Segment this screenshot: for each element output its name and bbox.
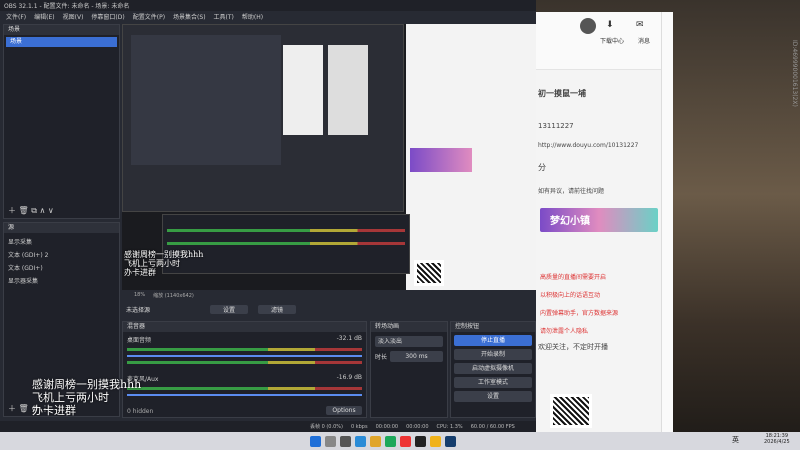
- source-item[interactable]: 文本 (GDI+) 2: [8, 249, 115, 262]
- wechat-icon[interactable]: [385, 435, 396, 447]
- avatar[interactable]: [580, 18, 596, 34]
- qr-code: [550, 394, 592, 428]
- transition-select[interactable]: 淡入淡出: [375, 336, 443, 347]
- search-icon[interactable]: [325, 435, 336, 447]
- section-heading: 分: [538, 163, 546, 172]
- menu-view[interactable]: 视图(V): [63, 12, 84, 21]
- start-recording-button[interactable]: 开始录制: [454, 349, 532, 360]
- clock[interactable]: 18:21:39 2026/4/25: [764, 433, 790, 445]
- menu-edit[interactable]: 编辑(E): [34, 12, 54, 21]
- volume-meter: [127, 348, 362, 351]
- virtual-camera-button[interactable]: 启动虚拟摄像机: [454, 363, 532, 374]
- fps: 60.00 / 60.00 FPS: [470, 423, 515, 430]
- browser-topbar: ⬇ 下载中心 ✉ 消息: [536, 12, 661, 70]
- download-icon[interactable]: ⬇: [606, 20, 614, 30]
- status-bar: 丢帧 0 (0.0%) 0 kbps 00:00:00 00:00:00 CPU…: [0, 421, 536, 432]
- mixer-channel-level: -32.1 dB: [336, 335, 362, 342]
- cpu-usage: CPU: 1.3%: [436, 423, 463, 430]
- audio-mixer-panel: 混音器 桌面音频 -32.1 dB 麦克风/Aux -16.9 dB 0 hidde…: [122, 321, 367, 418]
- duration-label: 时长: [375, 354, 388, 361]
- duration-input[interactable]: 300 ms: [390, 351, 443, 362]
- obs-titlebar: OBS 32.1.1 - 配置文件: 未命名 - 场景: 未命名: [0, 0, 536, 11]
- mixer-channel-level: -16.9 dB: [336, 374, 362, 381]
- rule-2: 以积极向上的话语互动: [540, 292, 601, 299]
- menu-docks[interactable]: 停靠窗口(D): [91, 12, 124, 21]
- app-icon[interactable]: [400, 435, 411, 447]
- transitions-header: 转场动画: [371, 322, 447, 332]
- side-watermark: ID:469990001613(2X): [791, 40, 798, 107]
- options-button[interactable]: Options: [326, 406, 362, 415]
- menu-help[interactable]: 帮助(H): [242, 12, 263, 21]
- menu-profile[interactable]: 配置文件(P): [133, 12, 165, 21]
- source-item[interactable]: 文本 (GDI+): [8, 262, 115, 275]
- controls-panel: 控制按钮 停止直播 开始录制 启动虚拟摄像机 工作室模式 设置: [450, 321, 536, 418]
- no-source-label: 未选择源: [126, 307, 151, 314]
- dropped-frames: 丢帧 0 (0.0%): [310, 424, 343, 430]
- rule-1: 高质量的直播间需要开启: [540, 274, 607, 281]
- menu-scene-collection[interactable]: 场景集合(S): [173, 12, 206, 21]
- streamer-title: 初一摸鼠一埔: [538, 89, 586, 98]
- taskbar: 英 18:21:39 2026/4/25: [0, 432, 800, 450]
- record-time: 00:00:00: [406, 423, 429, 430]
- room-url[interactable]: http://www.douyu.com/10131227: [536, 142, 661, 149]
- preview-canvas[interactable]: 感谢周榜一别摸我hhh 飞机上亏两小时 办卡进群: [122, 24, 536, 290]
- obs-taskbar-icon[interactable]: [415, 435, 426, 447]
- source-properties-bar: 未选择源 设置 滤镜: [122, 302, 536, 317]
- ime-indicator[interactable]: 英: [732, 435, 739, 445]
- notice-text[interactable]: 如有异议，请前往找问题: [536, 186, 661, 195]
- rule-4: 请勿泄露个人隐私: [540, 328, 589, 335]
- controls-header: 控制按钮: [451, 322, 535, 332]
- scene-item[interactable]: 场景: [6, 37, 117, 47]
- zoom-bar: 18% 缩放 (1140x642): [134, 292, 194, 299]
- nested-overlay-text: 感谢周榜一别摸我hhh 飞机上亏两小时 办卡进群: [124, 250, 204, 277]
- promo-text: 欢迎关注，不定时开播: [538, 343, 608, 351]
- settings-button[interactable]: 设置: [454, 391, 532, 402]
- menu-tools[interactable]: 工具(T): [214, 12, 234, 21]
- message-icon[interactable]: ✉: [636, 20, 644, 30]
- source-item[interactable]: 显示器采集: [8, 275, 115, 288]
- rule-3: 内置弹幕助手，官方数据来源: [540, 310, 619, 317]
- download-center-link[interactable]: 下载中心: [600, 36, 624, 45]
- nested-obs-capture: [122, 24, 404, 212]
- obs-title: OBS 32.1.1 - 配置文件: 未命名 - 场景: 未命名: [4, 3, 130, 10]
- obs-window[interactable]: OBS 32.1.1 - 配置文件: 未命名 - 场景: 未命名 文件(F) 编…: [0, 0, 536, 432]
- bitrate: 0 kbps: [350, 423, 368, 430]
- stop-stream-button[interactable]: 停止直播: [454, 335, 532, 346]
- volume-slider[interactable]: [127, 394, 362, 396]
- task-view-icon[interactable]: [340, 435, 351, 447]
- browser-sidebar[interactable]: [661, 12, 673, 432]
- obs-menubar: 文件(F) 编辑(E) 视图(V) 停靠窗口(D) 配置文件(P) 场景集合(S…: [0, 11, 536, 22]
- scene-toolbar[interactable]: ＋ 🗑 ⧉ ∧ ∨: [8, 205, 54, 216]
- scenes-panel: 场景 场景 ＋ 🗑 ⧉ ∧ ∨: [3, 24, 120, 219]
- transitions-panel: 转场动画 淡入淡出 时长 300 ms: [370, 321, 448, 418]
- windows-start-icon[interactable]: [310, 435, 321, 447]
- scenes-header: 场景: [4, 25, 119, 35]
- sources-header: 源: [4, 223, 119, 233]
- stream-time: 00:00:00: [375, 423, 399, 430]
- studio-mode-button[interactable]: 工作室模式: [454, 377, 532, 388]
- menu-file[interactable]: 文件(F): [6, 12, 26, 21]
- volume-slider[interactable]: [127, 355, 362, 357]
- messages-link[interactable]: 消息: [638, 36, 650, 45]
- mixer-header: 混音器: [123, 322, 366, 332]
- overlay-text: 感谢周榜一别摸我hhh 飞机上亏两小时 办卡进群: [32, 378, 142, 417]
- douyu-icon[interactable]: [430, 435, 441, 447]
- properties-button[interactable]: 设置: [210, 305, 249, 314]
- folder-icon[interactable]: [370, 435, 381, 447]
- mixer-channel-name: 桌面音频: [127, 337, 152, 344]
- steam-icon[interactable]: [445, 435, 456, 447]
- game-banner[interactable]: 梦幻小镇: [540, 208, 658, 232]
- filters-button[interactable]: 滤镜: [258, 305, 297, 314]
- room-id: 13111227: [538, 122, 574, 130]
- edge-icon[interactable]: [355, 435, 366, 447]
- source-item[interactable]: 显示采集: [8, 236, 115, 249]
